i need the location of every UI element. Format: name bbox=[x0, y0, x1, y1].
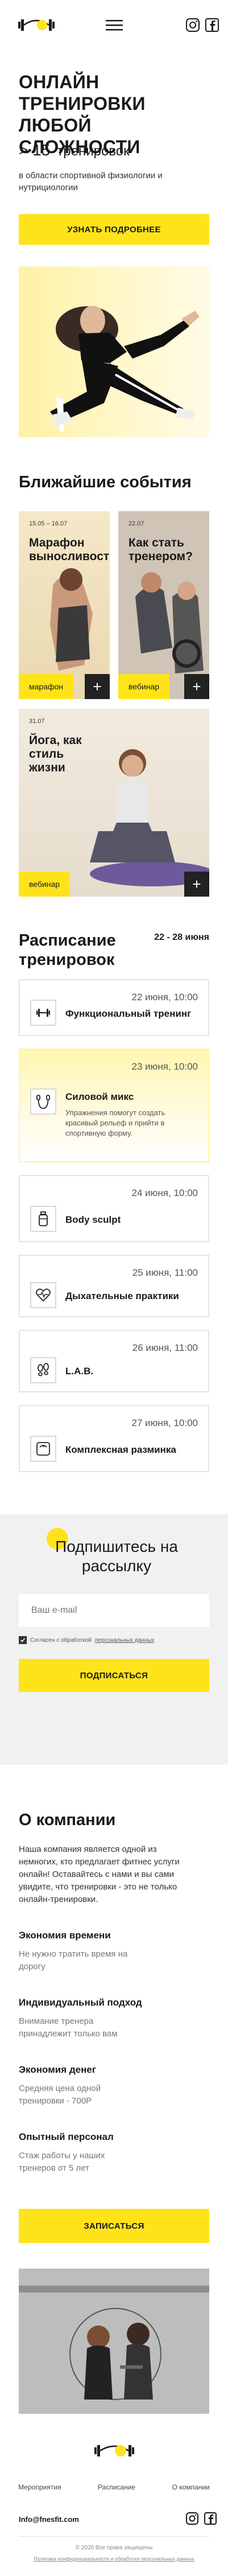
benefit-text: Внимание тренера принадлежит только вам bbox=[19, 2016, 118, 2039]
heart-pulse-icon bbox=[30, 1282, 56, 1308]
event-card[interactable]: 31.07 Йога, как стиль жизни вебинар + bbox=[19, 709, 209, 897]
header bbox=[0, 0, 228, 51]
about-title: О компании bbox=[19, 1811, 116, 1829]
schedule-name: Дыхательные практики bbox=[65, 1291, 179, 1301]
benefit-title: Экономия денег bbox=[19, 2064, 96, 2075]
hero-count-label: тренировок bbox=[57, 143, 130, 159]
event-date: 15.05 – 16.07 bbox=[29, 520, 68, 527]
footprints-icon bbox=[30, 1357, 56, 1383]
schedule-name: Body sculpt bbox=[65, 1214, 121, 1225]
event-tag: вебинар bbox=[118, 674, 170, 699]
signup-button[interactable]: ЗАПИСАТЬСЯ bbox=[19, 2209, 209, 2243]
consent-row: Согласен с обработкой персональных данны… bbox=[19, 1636, 154, 1644]
event-date: 31.07 bbox=[29, 718, 45, 725]
benefit-item: Экономия денег Средняя цена одной тренир… bbox=[19, 2064, 206, 2107]
about-text: Наша компания является одной из немногих… bbox=[19, 1844, 180, 1904]
schedule-card[interactable]: 23 июня, 10:00 Силовой микс Упражнения п… bbox=[19, 1049, 209, 1162]
schedule-date: 25 июня, 11:00 bbox=[132, 1267, 198, 1278]
footer-logo-icon[interactable] bbox=[93, 2442, 135, 2459]
schedule-description: Упражнения помогут создать красивый рель… bbox=[65, 1108, 165, 1137]
schedule-title: Расписание тренировок bbox=[19, 931, 116, 969]
hero-cta-button[interactable]: УЗНАТЬ ПОДРОБНЕЕ bbox=[19, 214, 209, 245]
footer-copyright: © 2020 Все права защищены bbox=[75, 2545, 153, 2551]
schedule-card[interactable]: 26 июня, 11:00 L.A.B. bbox=[19, 1330, 209, 1392]
subscribe-button[interactable]: ПОДПИСАТЬСЯ bbox=[19, 1659, 209, 1692]
checkbox[interactable] bbox=[19, 1636, 27, 1644]
event-tag: вебинар bbox=[19, 872, 71, 897]
hero-subtitle: в области спортивной физиологии и нутриц… bbox=[19, 171, 163, 192]
footer-instagram-icon[interactable] bbox=[185, 2512, 199, 2525]
plus-icon[interactable]: + bbox=[85, 674, 110, 699]
benefit-text: Средняя цена одной тренировки - 700Р bbox=[19, 2084, 101, 2106]
schedule-date: 27 июня, 10:00 bbox=[131, 1418, 198, 1428]
benefit-title: Индивидуальный подход bbox=[19, 1997, 142, 2008]
footer-email[interactable]: Info@fnesfit.com bbox=[19, 2515, 79, 2524]
benefit-text: Не нужно тратить время на дорогу bbox=[19, 1949, 128, 1971]
subscribe-title: Подпишитесь на рассылку bbox=[55, 1538, 178, 1575]
schedule-card[interactable]: 22 июня, 10:00 Функциональный тренинг bbox=[19, 979, 209, 1036]
schedule-name: Комплексная разминка bbox=[65, 1444, 176, 1455]
scale-icon bbox=[30, 1436, 56, 1462]
footer-nav-about[interactable]: О компании bbox=[172, 2483, 210, 2491]
schedule-card[interactable]: 27 июня, 10:00 Комплексная разминка bbox=[19, 1405, 209, 1472]
logo-icon[interactable] bbox=[17, 17, 56, 33]
footer-nav-schedule[interactable]: Расписание bbox=[98, 2483, 135, 2491]
schedule-card[interactable]: 24 июня, 10:00 Body sculpt bbox=[19, 1175, 209, 1242]
footer-divider bbox=[19, 2536, 209, 2537]
benefit-text: Стаж работы у наших тренеров от 5 лет bbox=[19, 2151, 105, 2173]
event-title: Как стать тренером? bbox=[128, 536, 193, 563]
footer-policy-link[interactable]: Политика конфиденциальности и обработки … bbox=[0, 2556, 228, 2562]
schedule-date: 26 июня, 11:00 bbox=[132, 1342, 198, 1353]
plus-icon[interactable]: + bbox=[184, 674, 209, 699]
schedule-name: Силовой микс bbox=[65, 1091, 134, 1102]
benefit-title: Опытный персонал bbox=[19, 2131, 114, 2142]
consent-text: Согласен с обработкой bbox=[30, 1637, 92, 1644]
consent-link[interactable]: персональных данных bbox=[95, 1637, 154, 1644]
barbell-icon bbox=[30, 1000, 56, 1026]
schedule-name: Функциональный тренинг bbox=[65, 1008, 192, 1019]
event-card[interactable]: 22.07 Как стать тренером? вебинар + bbox=[118, 511, 209, 699]
event-tag: марафон bbox=[19, 674, 74, 699]
schedule-range: 22 - 28 июня bbox=[154, 932, 209, 942]
event-title: Йога, как стиль жизни bbox=[29, 734, 82, 774]
benefit-item: Индивидуальный подход Внимание тренера п… bbox=[19, 1997, 206, 2040]
schedule-date: 24 июня, 10:00 bbox=[131, 1188, 198, 1198]
menu-icon[interactable] bbox=[106, 19, 123, 31]
jump-rope-icon bbox=[30, 1088, 56, 1115]
footer-nav-events[interactable]: Мероприятия bbox=[18, 2483, 61, 2491]
plus-icon[interactable]: + bbox=[184, 872, 209, 897]
subscribe-section: Подпишитесь на рассылку Согласен с обраб… bbox=[0, 1514, 228, 1765]
footer-nav: Мероприятия Расписание О компании bbox=[0, 2483, 228, 2491]
event-date: 22.07 bbox=[128, 520, 144, 527]
gym-photo bbox=[19, 2269, 209, 2414]
benefit-item: Экономия времени Не нужно тратить время … bbox=[19, 1930, 206, 1973]
events-title: Ближайшие события bbox=[19, 473, 192, 491]
event-title: Марафон выносливости bbox=[29, 536, 110, 563]
email-input[interactable] bbox=[19, 1594, 209, 1627]
instagram-icon[interactable] bbox=[185, 18, 200, 32]
schedule-date: 22 июня, 10:00 bbox=[131, 992, 198, 1003]
bottle-icon bbox=[30, 1206, 56, 1232]
hero-photo bbox=[19, 266, 209, 437]
schedule-name: L.A.B. bbox=[65, 1366, 94, 1377]
benefit-title: Экономия времени bbox=[19, 1930, 111, 1941]
hero-count-number: > 15 bbox=[19, 141, 51, 159]
schedule-card[interactable]: 25 июня, 11:00 Дыхательные практики bbox=[19, 1255, 209, 1317]
footer-facebook-icon[interactable] bbox=[204, 2512, 217, 2525]
event-card[interactable]: 15.05 – 16.07 Марафон выносливости мараф… bbox=[19, 511, 110, 699]
facebook-icon[interactable] bbox=[205, 18, 219, 32]
schedule-date: 23 июня, 10:00 bbox=[131, 1061, 198, 1072]
benefit-item: Опытный персонал Стаж работы у наших тре… bbox=[19, 2131, 206, 2175]
hero-count: > 15 тренировок bbox=[19, 141, 130, 159]
